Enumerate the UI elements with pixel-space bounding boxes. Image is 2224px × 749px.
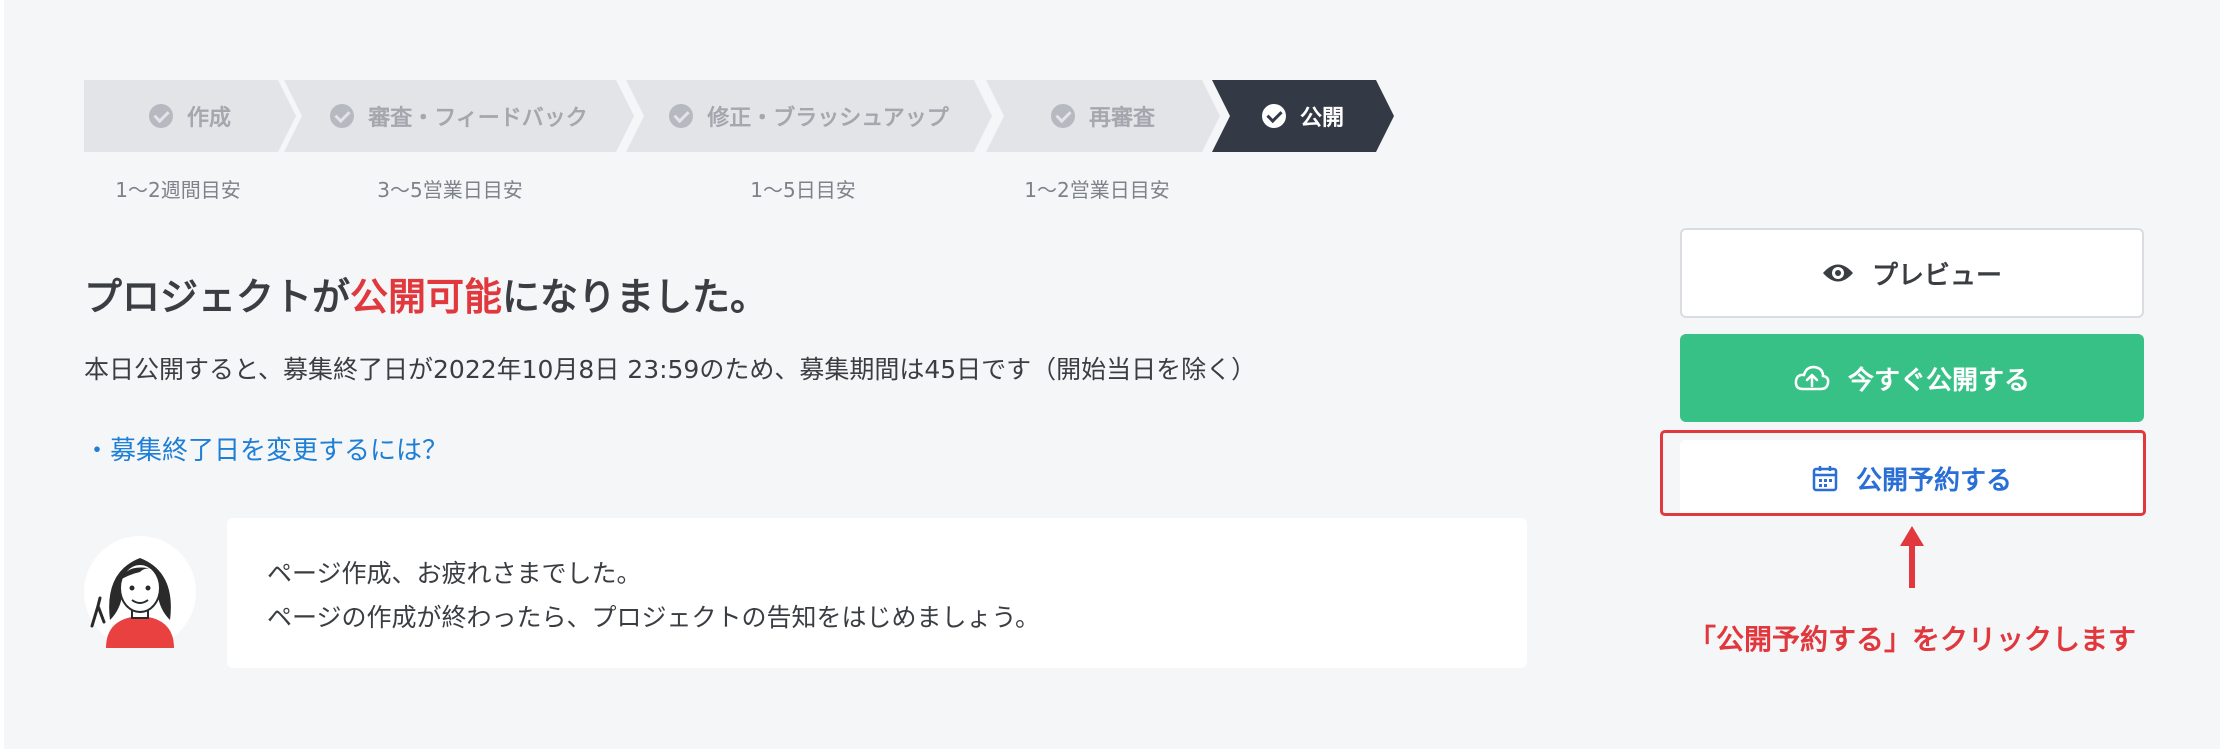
schedule-publish-button[interactable]: 公開予約する <box>1680 440 2144 516</box>
progress-stepper: 作成 審査・フィードバック 修正・ブラッシュアップ 再審査 公開 <box>84 80 1404 152</box>
step-label: 作成 <box>186 106 231 131</box>
publish-now-label: 今すぐ公開する <box>1847 365 2030 396</box>
publish-now-button[interactable]: 今すぐ公開する <box>1680 334 2144 422</box>
check-circle-icon <box>149 104 173 128</box>
calendar-icon <box>1812 466 1838 492</box>
message-box: ページ作成、お疲れさまでした。 ページの作成が終わったら、プロジェクトの告知をは… <box>227 518 1527 668</box>
step-label: 再審査 <box>1088 106 1155 131</box>
change-end-date-link[interactable]: ・募集終了日を変更するには？ <box>84 430 448 467</box>
step-label: 公開 <box>1299 106 1344 131</box>
step-estimate: 1〜2営業日目安 <box>1024 178 1170 202</box>
check-circle-icon <box>669 104 693 128</box>
page-title: プロジェクトが公開可能になりました。 <box>84 266 768 321</box>
page-canvas: 作成 審査・フィードバック 修正・ブラッシュアップ 再審査 公開 1〜2週間目安… <box>4 0 2220 749</box>
eye-icon <box>1822 264 1853 282</box>
arrow-up-icon <box>1900 526 1924 588</box>
instruction-callout: 「公開予約する」をクリックします <box>1687 623 2137 656</box>
step-estimate: 1〜2週間目安 <box>115 178 241 202</box>
preview-button[interactable]: プレビュー <box>1680 228 2144 318</box>
message-line: ページの作成が終わったら、プロジェクトの告知をはじめましょう。 <box>267 603 1041 632</box>
cloud-upload-icon <box>1794 365 1830 391</box>
title-part: プロジェクトが <box>84 275 351 319</box>
step-revise: 修正・ブラッシュアップ <box>626 80 992 152</box>
schedule-label: 公開予約する <box>1855 465 2012 496</box>
message-line: ページ作成、お疲れさまでした。 <box>267 559 642 588</box>
check-circle-icon <box>1051 104 1075 128</box>
step-publish: 公開 <box>1212 80 1394 152</box>
title-highlight: 公開可能 <box>350 275 503 319</box>
step-label: 修正・ブラッシュアップ <box>707 106 949 131</box>
step-estimate: 1〜5日目安 <box>750 178 856 202</box>
preview-label: プレビュー <box>1871 260 2002 291</box>
avatar <box>84 536 196 648</box>
step-create: 作成 <box>84 80 296 152</box>
title-part: になりました。 <box>502 275 769 319</box>
check-circle-icon <box>1262 104 1286 128</box>
step-estimate: 3〜5営業日目安 <box>377 178 523 202</box>
period-description: 本日公開すると、募集終了日が2022年10月8日 23:59のため、募集期間は4… <box>84 355 1257 384</box>
check-circle-icon <box>330 104 354 128</box>
step-label: 審査・フィードバック <box>368 106 588 131</box>
avatar-illustration <box>84 536 196 648</box>
step-review: 審査・フィードバック <box>284 80 634 152</box>
step-re-review: 再審査 <box>986 80 1220 152</box>
